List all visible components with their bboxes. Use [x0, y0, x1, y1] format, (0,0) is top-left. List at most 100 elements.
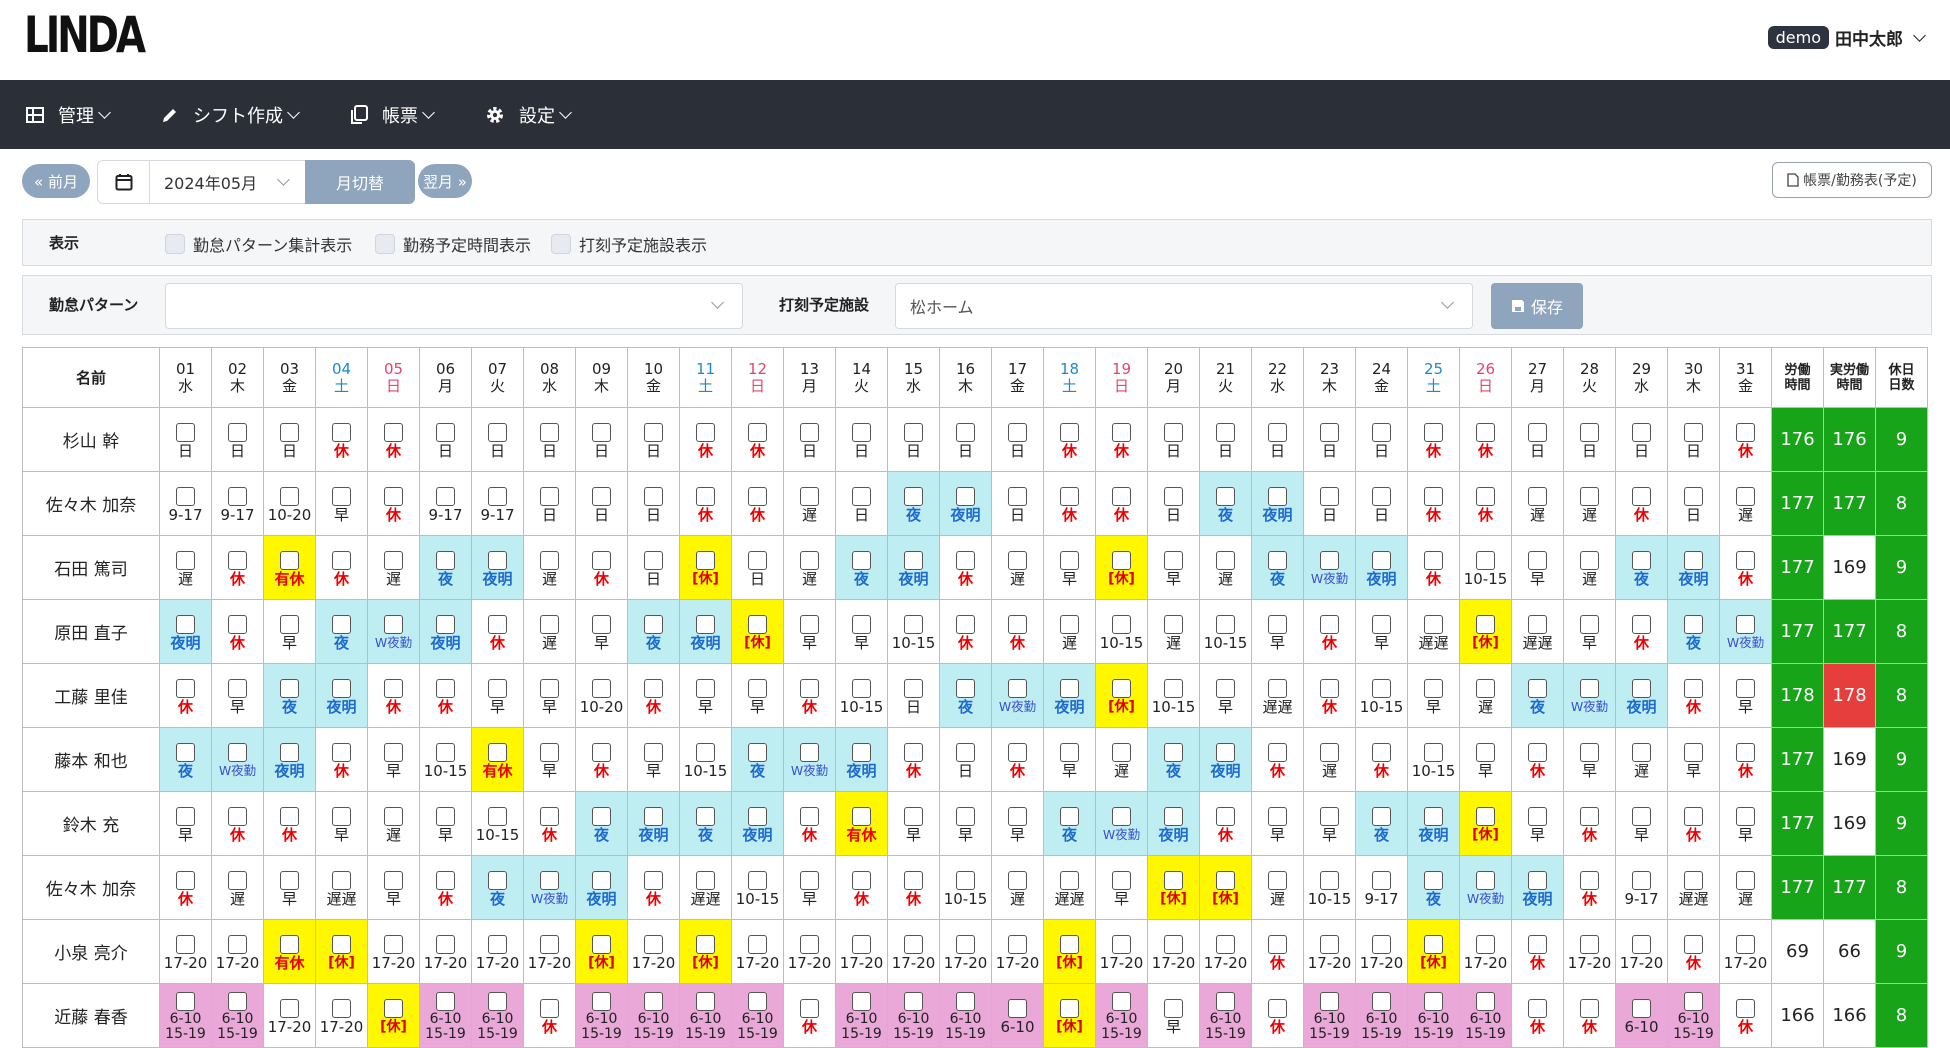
- shift-checkbox[interactable]: [956, 743, 975, 762]
- shift-checkbox[interactable]: [644, 487, 663, 506]
- shift-cell[interactable]: 遅: [159, 535, 212, 600]
- shift-checkbox[interactable]: [1060, 423, 1079, 442]
- shift-checkbox[interactable]: [488, 871, 507, 890]
- shift-cell[interactable]: 早: [1563, 727, 1616, 792]
- shift-checkbox[interactable]: [800, 743, 819, 762]
- shift-checkbox[interactable]: [436, 743, 455, 762]
- shift-checkbox[interactable]: [644, 992, 663, 1011]
- shift-checkbox[interactable]: [1008, 487, 1027, 506]
- shift-cell[interactable]: 夜明: [1511, 855, 1564, 920]
- shift-cell[interactable]: 休: [1095, 407, 1148, 472]
- nav-shift-create[interactable]: シフト作成: [161, 102, 302, 128]
- shift-cell[interactable]: 夜: [731, 727, 784, 792]
- shift-cell[interactable]: 休: [939, 535, 992, 600]
- shift-cell[interactable]: 早: [1667, 727, 1720, 792]
- shift-cell[interactable]: 休: [1459, 471, 1512, 536]
- shift-cell[interactable]: 夜明: [1615, 663, 1668, 728]
- shift-checkbox[interactable]: [332, 487, 351, 506]
- shift-checkbox[interactable]: [488, 743, 507, 762]
- shift-cell[interactable]: 9-17: [471, 471, 524, 536]
- shift-checkbox[interactable]: [1476, 551, 1495, 570]
- shift-cell[interactable]: 遅: [1251, 855, 1304, 920]
- shift-checkbox[interactable]: [1164, 487, 1183, 506]
- shift-cell[interactable]: 遅: [1615, 727, 1668, 792]
- shift-cell[interactable]: 夜: [471, 855, 524, 920]
- shift-cell[interactable]: [休]: [1459, 599, 1512, 664]
- shift-checkbox[interactable]: [904, 679, 923, 698]
- shift-checkbox[interactable]: [904, 743, 923, 762]
- shift-cell[interactable]: 有休: [835, 791, 888, 856]
- shift-checkbox[interactable]: [1060, 999, 1079, 1018]
- shift-cell[interactable]: 休: [1615, 471, 1668, 536]
- shift-cell[interactable]: W夜勤: [1095, 791, 1148, 856]
- shift-cell[interactable]: 遅: [211, 855, 264, 920]
- shift-cell[interactable]: [休]: [1407, 919, 1460, 984]
- shift-cell[interactable]: 日: [1303, 471, 1356, 536]
- shift-cell[interactable]: 日: [263, 407, 316, 472]
- shift-checkbox[interactable]: [1008, 679, 1027, 698]
- shift-cell[interactable]: 夜明: [575, 855, 628, 920]
- shift-cell[interactable]: 17-20: [1563, 919, 1616, 984]
- shift-cell[interactable]: 休: [783, 791, 836, 856]
- shift-checkbox[interactable]: [280, 999, 299, 1018]
- shift-cell[interactable]: 10-15: [1459, 535, 1512, 600]
- shift-checkbox[interactable]: [852, 615, 871, 634]
- shift-checkbox[interactable]: [1372, 807, 1391, 826]
- shift-checkbox[interactable]: [176, 423, 195, 442]
- shift-cell[interactable]: W夜勤: [367, 599, 420, 664]
- shift-checkbox[interactable]: [1112, 871, 1131, 890]
- shift-cell[interactable]: 早: [523, 663, 576, 728]
- month-switch-button[interactable]: 月切替: [305, 160, 415, 204]
- shift-cell[interactable]: 日: [523, 407, 576, 472]
- shift-cell[interactable]: 休: [1615, 599, 1668, 664]
- shift-checkbox[interactable]: [956, 551, 975, 570]
- shift-cell[interactable]: 休: [1719, 407, 1772, 472]
- shift-checkbox[interactable]: [488, 935, 507, 954]
- shift-cell[interactable]: 日: [887, 663, 940, 728]
- shift-cell[interactable]: 休: [1511, 983, 1564, 1048]
- shift-cell[interactable]: 早: [1251, 791, 1304, 856]
- shift-cell[interactable]: W夜勤: [211, 727, 264, 792]
- option-facility[interactable]: 打刻予定施設表示: [551, 232, 707, 256]
- shift-checkbox[interactable]: [1736, 423, 1755, 442]
- shift-cell[interactable]: 夜明: [419, 599, 472, 664]
- shift-cell[interactable]: 遅: [1719, 471, 1772, 536]
- shift-cell[interactable]: 遅: [991, 535, 1044, 600]
- user-name[interactable]: 田中太郎: [1835, 25, 1903, 50]
- shift-checkbox[interactable]: [332, 999, 351, 1018]
- checkbox[interactable]: [551, 234, 571, 254]
- shift-cell[interactable]: 休: [1407, 471, 1460, 536]
- shift-checkbox[interactable]: [800, 615, 819, 634]
- shift-checkbox[interactable]: [176, 487, 195, 506]
- shift-checkbox[interactable]: [800, 679, 819, 698]
- shift-cell[interactable]: 日: [731, 535, 784, 600]
- shift-checkbox[interactable]: [332, 935, 351, 954]
- shift-cell[interactable]: 6-10 15-19: [1459, 983, 1512, 1048]
- shift-checkbox[interactable]: [1268, 487, 1287, 506]
- shift-checkbox[interactable]: [1060, 871, 1079, 890]
- shift-cell[interactable]: 遅: [1095, 727, 1148, 792]
- shift-checkbox[interactable]: [852, 871, 871, 890]
- shift-cell[interactable]: 夜: [315, 599, 368, 664]
- shift-checkbox[interactable]: [956, 679, 975, 698]
- shift-cell[interactable]: 夜明: [679, 599, 732, 664]
- shift-checkbox[interactable]: [1476, 423, 1495, 442]
- calendar-icon[interactable]: [98, 161, 150, 203]
- shift-checkbox[interactable]: [1008, 423, 1027, 442]
- shift-checkbox[interactable]: [644, 551, 663, 570]
- shift-cell[interactable]: 休: [1719, 983, 1772, 1048]
- shift-cell[interactable]: 10-15: [1303, 855, 1356, 920]
- shift-cell[interactable]: 休: [159, 855, 212, 920]
- shift-cell[interactable]: W夜勤: [1303, 535, 1356, 600]
- shift-checkbox[interactable]: [644, 935, 663, 954]
- shift-checkbox[interactable]: [956, 807, 975, 826]
- shift-checkbox[interactable]: [1112, 992, 1131, 1011]
- shift-cell[interactable]: [休]: [1199, 855, 1252, 920]
- shift-checkbox[interactable]: [1112, 487, 1131, 506]
- shift-checkbox[interactable]: [332, 807, 351, 826]
- shift-checkbox[interactable]: [488, 551, 507, 570]
- shift-checkbox[interactable]: [592, 615, 611, 634]
- shift-cell[interactable]: 日: [1563, 407, 1616, 472]
- shift-checkbox[interactable]: [1216, 679, 1235, 698]
- shift-checkbox[interactable]: [644, 423, 663, 442]
